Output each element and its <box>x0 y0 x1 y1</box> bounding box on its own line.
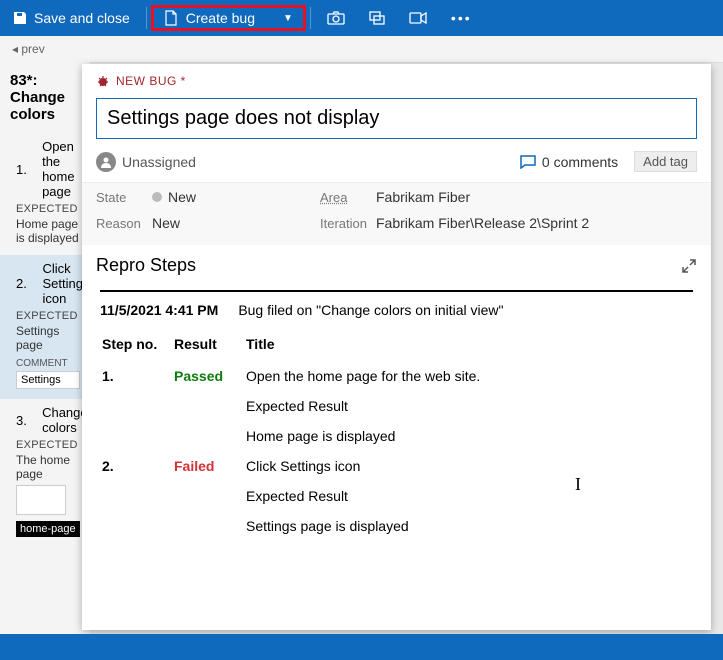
comment-box[interactable]: Settings <box>16 371 80 389</box>
capture-icon <box>369 11 385 25</box>
main-toolbar: Save and close Create bug ▼ ••• <box>0 0 723 36</box>
repro-steps-heading: Repro Steps <box>96 255 196 276</box>
left-step-item[interactable]: 1. Open the home page EXPECTED Home page… <box>0 133 90 255</box>
create-bug-highlight: Create bug ▼ <box>151 5 306 31</box>
iteration-label: Iteration <box>320 216 376 231</box>
step-number: 2. <box>102 452 172 540</box>
step-number: 1. <box>102 362 172 450</box>
step-detail: Open the home page for the web site. Exp… <box>246 362 691 450</box>
create-bug-button[interactable]: Create bug ▼ <box>154 8 303 28</box>
state-field[interactable]: New <box>152 189 272 205</box>
camera-icon <box>327 11 345 25</box>
assign-to-button[interactable]: Unassigned <box>96 152 196 172</box>
footer-bar <box>0 634 723 660</box>
reason-field[interactable]: New <box>152 215 272 231</box>
table-row: 2. Failed Click Settings icon Expected R… <box>102 452 691 540</box>
repro-filed-on: Bug filed on "Change colors on initial v… <box>238 302 503 318</box>
state-label: State <box>96 190 152 205</box>
breadcrumb: ◂ prev <box>0 36 723 63</box>
expand-icon[interactable] <box>681 258 697 274</box>
chevron-down-icon: ▼ <box>283 13 293 24</box>
person-icon <box>96 152 116 172</box>
new-bug-panel: NEW BUG * Unassigned 0 comments Add tag … <box>82 64 711 630</box>
repro-body: 11/5/2021 4:41 PM Bug filed on "Change c… <box>82 284 711 630</box>
test-case-title: 83*: Change colors <box>0 68 90 133</box>
step-result: Passed <box>174 362 244 450</box>
state-dot-icon <box>152 192 162 202</box>
comments-button[interactable]: 0 comments <box>520 154 618 170</box>
step-result: Failed <box>174 452 244 540</box>
save-close-button[interactable]: Save and close <box>0 0 142 36</box>
bug-title-input[interactable] <box>96 98 697 139</box>
repro-timestamp: 11/5/2021 4:41 PM <box>100 302 218 318</box>
screenshot-button[interactable] <box>315 0 357 36</box>
test-steps-pane: 83*: Change colors 1. Open the home page… <box>0 60 90 634</box>
toolbar-separator <box>310 7 311 29</box>
create-bug-label: Create bug <box>186 10 255 26</box>
text-cursor-icon: I <box>575 474 581 495</box>
thumbnail <box>16 485 66 515</box>
left-step-item[interactable]: 3. Change colors EXPECTED The home page … <box>0 399 90 547</box>
more-button[interactable]: ••• <box>439 0 484 36</box>
col-result-header: Result <box>174 332 244 360</box>
record-button[interactable] <box>397 0 439 36</box>
save-close-label: Save and close <box>34 10 130 26</box>
left-step-item[interactable]: 2. Click Settings icon EXPECTED Settings… <box>0 255 90 399</box>
comment-icon <box>520 155 536 169</box>
reason-label: Reason <box>96 216 152 231</box>
col-step-header: Step no. <box>102 332 172 360</box>
save-icon <box>12 10 28 26</box>
repro-steps-table: Step no. Result Title 1. Passed Open the… <box>100 330 693 542</box>
col-title-header: Title <box>246 332 691 360</box>
bug-type-header: NEW BUG * <box>82 64 711 94</box>
area-field[interactable]: Fabrikam Fiber <box>376 189 470 205</box>
document-icon <box>164 10 178 26</box>
video-icon <box>409 12 427 24</box>
toolbar-separator <box>146 7 147 29</box>
bug-icon <box>96 74 110 88</box>
capture-region-button[interactable] <box>357 0 397 36</box>
ellipsis-icon: ••• <box>451 10 472 26</box>
prev-link[interactable]: ◂ prev <box>12 42 45 56</box>
attachment-label: home-page <box>16 521 80 537</box>
table-row: 1. Passed Open the home page for the web… <box>102 362 691 450</box>
area-label: Area <box>320 190 376 205</box>
step-detail: Click Settings icon Expected Result Sett… <box>246 452 691 540</box>
add-tag-button[interactable]: Add tag <box>634 151 697 172</box>
iteration-field[interactable]: Fabrikam Fiber\Release 2\Sprint 2 <box>376 215 589 231</box>
